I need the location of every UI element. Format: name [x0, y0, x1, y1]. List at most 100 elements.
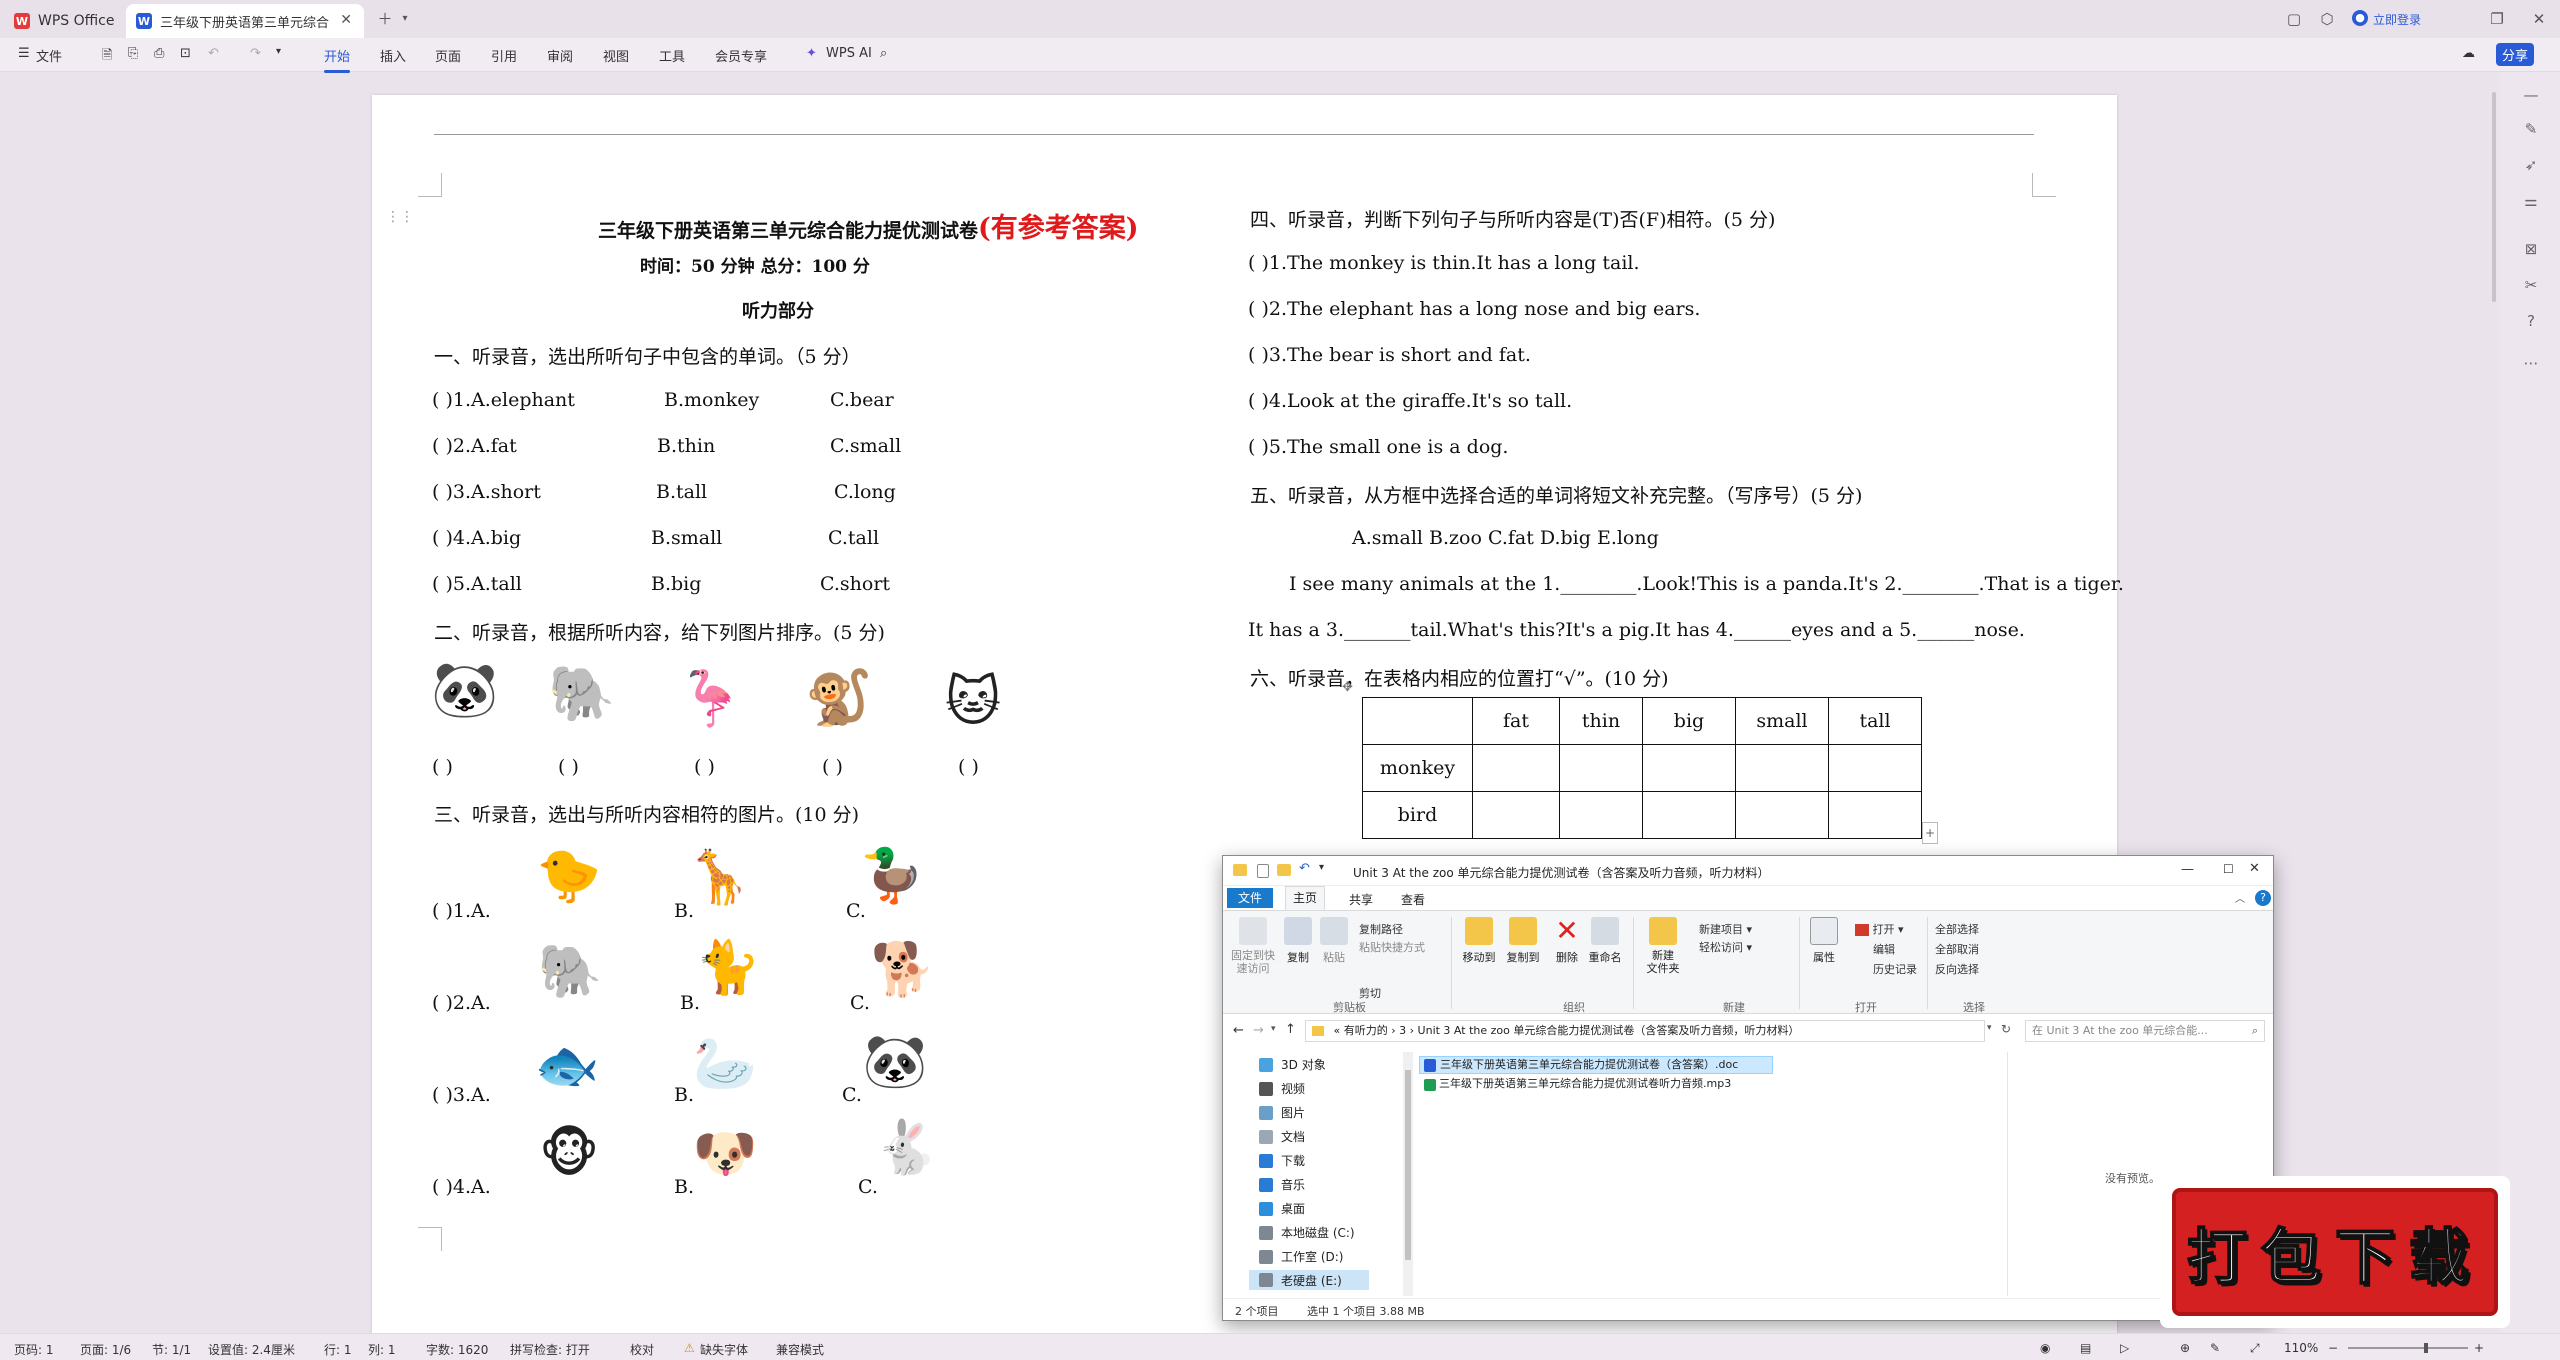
edit-icon[interactable]: ✎ [2210, 1341, 2220, 1355]
pointer-icon[interactable]: ➶ [2522, 156, 2540, 174]
globe-icon[interactable]: ⊕ [2180, 1341, 2190, 1355]
close-window-icon[interactable]: ✕ [2530, 10, 2548, 28]
table-cell[interactable] [1642, 791, 1736, 839]
login-link[interactable]: 立即登录 [2373, 11, 2421, 28]
close-icon[interactable]: ✕ [2249, 861, 2260, 876]
help-icon[interactable]: ? [2522, 312, 2540, 330]
edit-button[interactable]: 编辑 [1873, 941, 1895, 957]
address-bar[interactable]: « 有听力的 › 3 › Unit 3 At the zoo 单元综合能力提优测… [1305, 1020, 1985, 1042]
zoom-level[interactable]: 110% [2284, 1341, 2318, 1355]
tab-tools[interactable]: 工具 [659, 46, 685, 65]
collapse-ribbon-icon[interactable]: ︿ [2235, 890, 2245, 905]
status-row[interactable]: 行: 1 [324, 1341, 352, 1358]
status-word-count[interactable]: 字数: 1620 [426, 1341, 488, 1358]
paste-shortcut-button[interactable]: 粘贴快捷方式 [1359, 939, 1425, 955]
rename-button[interactable]: 重命名 [1585, 917, 1625, 965]
tab-document[interactable]: W 三年级下册英语第三单元综合 ✕ [126, 4, 364, 38]
table-move-handle-icon[interactable]: ✥ [1342, 680, 1353, 695]
nav-scrollbar[interactable] [1403, 1052, 1413, 1296]
nav-3d-objects[interactable]: 3D 对象 [1259, 1056, 1326, 1073]
history-button[interactable]: 历史记录 [1873, 961, 1917, 977]
tab-view[interactable]: 视图 [603, 46, 629, 65]
properties-button[interactable]: 属性 [1807, 917, 1841, 965]
search-icon[interactable]: ⌕ [880, 46, 887, 61]
tab-page[interactable]: 页面 [435, 46, 461, 65]
restore-window-icon[interactable]: ❐ [2488, 10, 2506, 28]
tab-review[interactable]: 审阅 [547, 46, 573, 65]
move-to-button[interactable]: 移动到 [1459, 917, 1499, 965]
invert-selection-button[interactable]: 反向选择 [1935, 961, 1979, 977]
refresh-icon[interactable]: ↻ [2001, 1022, 2011, 1036]
status-pages[interactable]: 页面: 1/6 [80, 1341, 131, 1358]
zoom-slider[interactable] [2348, 1343, 2468, 1353]
status-column[interactable]: 列: 1 [368, 1341, 396, 1358]
scrollbar-thumb[interactable] [1405, 1070, 1411, 1260]
download-promo-badge[interactable]: 打包下载 [2160, 1176, 2510, 1328]
copy-to-button[interactable]: 复制到 [1503, 917, 1543, 965]
play-icon[interactable]: ▷ [2120, 1341, 2129, 1355]
open-button[interactable]: 打开 ▾ [1855, 921, 1904, 937]
cloud-icon[interactable]: ☁ [2462, 46, 2475, 61]
up-icon[interactable]: ↑ [1285, 1022, 1296, 1037]
table-cell[interactable] [1559, 791, 1643, 839]
add-column-icon[interactable]: + [1922, 822, 1938, 844]
collapse-icon[interactable]: — [2522, 86, 2540, 104]
close-tab-icon[interactable]: ✕ [340, 12, 352, 28]
copy-path-button[interactable]: 复制路径 [1359, 921, 1403, 937]
new-folder-quick-icon[interactable] [1277, 864, 1291, 876]
tab-start[interactable]: 开始 [324, 46, 351, 73]
eye-icon[interactable]: ◉ [2040, 1341, 2050, 1355]
zoom-slider-thumb[interactable] [2424, 1343, 2428, 1353]
file-row[interactable]: 三年级下册英语第三单元综合能力提优测试卷（含答案）.doc [1419, 1056, 1773, 1074]
page-view-icon[interactable]: ▤ [2080, 1341, 2091, 1355]
select-none-button[interactable]: 全部取消 [1935, 941, 1979, 957]
print-preview-icon[interactable]: ⊡ [180, 46, 191, 61]
forward-icon[interactable]: → [1253, 1023, 1264, 1038]
tab-view[interactable]: 查看 [1401, 891, 1425, 908]
menu-icon[interactable]: ☰ [18, 46, 30, 61]
back-icon[interactable]: ← [1233, 1023, 1244, 1038]
breadcrumb[interactable]: Unit 3 At the zoo 单元综合能力提优测试卷（含答案及听力音频，听… [1418, 1024, 1800, 1037]
status-proofread[interactable]: 校对 [630, 1341, 654, 1358]
table-cell[interactable] [1559, 744, 1643, 792]
table-cell[interactable] [1642, 744, 1736, 792]
status-section[interactable]: 节: 1/1 [152, 1341, 191, 1358]
nav-drive-d[interactable]: 工作室 (D:) [1259, 1248, 1343, 1265]
fit-icon[interactable]: ⤢ [2250, 1341, 2260, 1356]
nav-drive-e[interactable]: 老硬盘 (E:) [1249, 1270, 1369, 1290]
nav-drive-c[interactable]: 本地磁盘 (C:) [1259, 1224, 1355, 1241]
table-cell[interactable] [1472, 744, 1560, 792]
breadcrumb[interactable]: 3 [1399, 1024, 1406, 1037]
table-cell[interactable] [1828, 744, 1922, 792]
tab-wps-office[interactable]: W WPS Office [14, 4, 115, 38]
nav-music[interactable]: 音乐 [1259, 1176, 1305, 1193]
more-icon[interactable]: ⋯ [2522, 354, 2540, 372]
undo-icon[interactable]: ↶ [208, 46, 219, 61]
zoom-in-icon[interactable]: + [2474, 1341, 2484, 1355]
chevron-down-icon[interactable]: ▾ [396, 10, 414, 28]
status-page-number[interactable]: 页码: 1 [14, 1341, 54, 1358]
nav-videos[interactable]: 视频 [1259, 1080, 1305, 1097]
nav-desktop[interactable]: 桌面 [1259, 1200, 1305, 1217]
paste-button[interactable]: 粘贴 [1319, 917, 1349, 965]
tab-member[interactable]: 会员专享 [715, 46, 767, 65]
more-chevron-icon[interactable]: ▾ [276, 46, 281, 57]
file-row[interactable]: 三年级下册英语第三单元综合能力提优测试卷听力音频.mp3 [1419, 1076, 1819, 1094]
pen-icon[interactable]: ✎ [2522, 120, 2540, 138]
export-icon[interactable]: ⎘ [128, 46, 138, 61]
redo-icon[interactable]: ↷ [250, 46, 261, 61]
status-missing-font[interactable]: 缺失字体 [700, 1341, 748, 1358]
status-spell-check[interactable]: 拼写检查: 打开 [510, 1341, 590, 1358]
nav-downloads[interactable]: 下载 [1259, 1152, 1305, 1169]
tab-insert[interactable]: 插入 [380, 46, 406, 65]
help-icon[interactable]: ? [2255, 890, 2271, 906]
breadcrumb[interactable]: 有听力的 [1344, 1024, 1388, 1037]
recent-chevron-icon[interactable]: ▾ [1271, 1024, 1276, 1034]
new-tab-icon[interactable]: ＋ [376, 10, 394, 28]
minimize-icon[interactable]: — [2181, 862, 2194, 877]
quick-access-chevron-icon[interactable]: ▾ [1319, 862, 1324, 873]
properties-quick-icon[interactable] [1257, 864, 1269, 878]
tab-share[interactable]: 共享 [1349, 891, 1373, 908]
tab-references[interactable]: 引用 [491, 46, 517, 65]
drag-handle-icon[interactable]: ⋮⋮ [386, 209, 414, 225]
